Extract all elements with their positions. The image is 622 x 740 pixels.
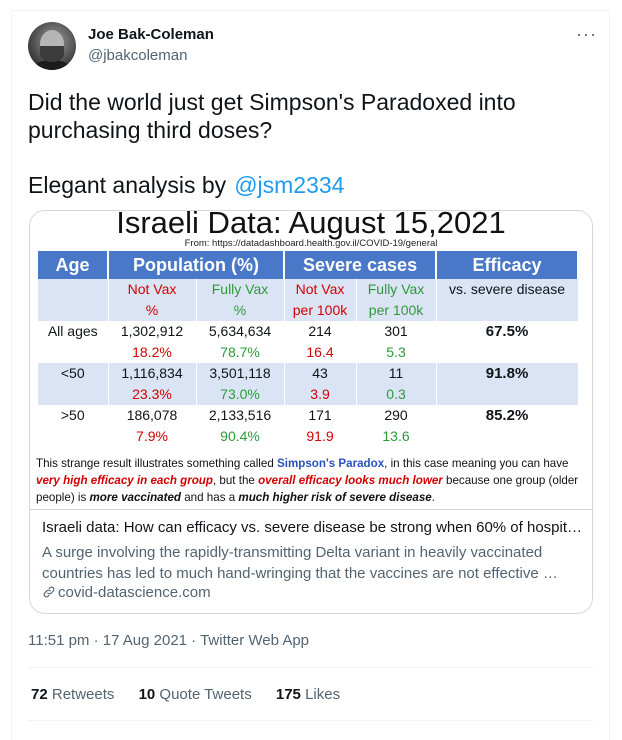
quotes-count: 10 bbox=[138, 686, 156, 703]
value: 18.2% bbox=[132, 344, 172, 360]
data-cell: 1,116,834 23.3% bbox=[108, 363, 197, 405]
table-row: All ages 1,302,912 18.2% 5,634,634 78.7% 2… bbox=[38, 321, 579, 363]
value: 1,302,912 bbox=[120, 323, 184, 339]
quotes-label: Quote Tweets bbox=[159, 686, 252, 703]
subheader-cell: Fully Vax per 100k bbox=[356, 279, 437, 321]
subheader-cell bbox=[38, 279, 109, 321]
value: 3,501,118 bbox=[209, 365, 271, 381]
efficacy-cell: 85.2% bbox=[436, 405, 579, 447]
image-title: Israeli Data: August 15,2021 bbox=[116, 210, 506, 240]
header-age: Age bbox=[38, 251, 109, 279]
value: 3.9 bbox=[310, 386, 330, 402]
efficacy-cell: 67.5% bbox=[436, 321, 579, 363]
tweet-text-credit: Elegant analysis by @jsm2334 bbox=[28, 171, 344, 199]
value: 2,133,516 bbox=[208, 407, 272, 423]
retweets-stat[interactable]: 72 Retweets bbox=[31, 686, 114, 703]
value: 23.3% bbox=[132, 386, 172, 402]
data-cell: 186,078 7.9% bbox=[108, 405, 197, 447]
data-cell: 171 91.9 bbox=[284, 405, 357, 447]
avatar[interactable] bbox=[28, 22, 76, 70]
data-cell: 2,133,516 90.4% bbox=[196, 405, 285, 447]
age-cell: All ages bbox=[38, 321, 109, 363]
explanation-text: This strange result illustrates somethin… bbox=[36, 455, 584, 506]
data-table: Age Population (%) Severe cases Efficacy… bbox=[38, 251, 580, 447]
value: 0.3 bbox=[386, 386, 406, 402]
image-source: From: https://datadashboard.health.gov.i… bbox=[184, 238, 438, 249]
value: 186,078 bbox=[126, 407, 178, 423]
link-card[interactable]: Israeli Data: August 15,2021 From: https… bbox=[29, 210, 593, 614]
value: 1,116,834 bbox=[121, 365, 183, 381]
text: Simpson's Paradox bbox=[277, 457, 385, 470]
text: , but the bbox=[212, 474, 259, 487]
likes-count: 175 bbox=[275, 686, 301, 703]
value: 171 bbox=[308, 407, 332, 423]
tweet-timestamp[interactable]: 11:51 pm · 17 Aug 2021 · Twitter Web App bbox=[28, 632, 309, 649]
data-cell: 5,634,634 78.7% bbox=[196, 321, 285, 363]
value: 73.0% bbox=[220, 386, 260, 402]
data-cell: 3,501,118 73.0% bbox=[196, 363, 285, 405]
more-options-icon[interactable]: ··· bbox=[576, 24, 597, 45]
efficacy-cell: 91.8% bbox=[436, 363, 579, 405]
data-cell: 290 13.6 bbox=[356, 405, 437, 447]
age-cell: >50 bbox=[38, 405, 109, 447]
subheader-cell: Fully Vax % bbox=[196, 279, 285, 321]
tweet-text: Did the world just get Simpson's Paradox… bbox=[28, 89, 516, 143]
data-cell: 1,302,912 18.2% bbox=[108, 321, 197, 363]
value: 11 bbox=[388, 365, 404, 381]
avatar-beard bbox=[40, 46, 64, 62]
value: 16.4 bbox=[306, 344, 334, 360]
subheader-cell: vs. severe disease bbox=[436, 279, 579, 321]
author-handle[interactable]: @jbakcoleman bbox=[88, 47, 187, 64]
retweets-label: Retweets bbox=[51, 686, 115, 703]
mention-link[interactable]: @jsm2334 bbox=[234, 172, 344, 198]
header-severe: Severe cases bbox=[284, 251, 438, 279]
age-cell: <50 bbox=[38, 363, 109, 405]
value: 214 bbox=[308, 323, 332, 339]
text: This strange result illustrates somethin… bbox=[36, 457, 278, 470]
subheader-cell: Not Vax per 100k bbox=[284, 279, 357, 321]
subheader-cell: Not Vax % bbox=[108, 279, 197, 321]
value: 13.6 bbox=[382, 428, 410, 444]
value: 43 bbox=[312, 365, 328, 381]
link-icon bbox=[42, 584, 58, 601]
subheader-row: Not Vax % Fully Vax % Not Vax per 100k F… bbox=[38, 279, 579, 321]
retweets-count: 72 bbox=[31, 686, 48, 703]
value: 290 bbox=[384, 407, 408, 423]
credit-text: Elegant analysis by bbox=[28, 172, 227, 198]
domain-text: covid-datascience.com bbox=[58, 584, 211, 601]
table-row: >50 186,078 7.9% 2,133,516 90.4% 171 91.9 2… bbox=[38, 405, 579, 447]
data-cell: 11 0.3 bbox=[356, 363, 437, 405]
value: 7.9% bbox=[136, 428, 168, 444]
value: 5,634,634 bbox=[208, 323, 272, 339]
card-description: A surge involving the rapidly-transmitti… bbox=[42, 544, 558, 582]
text: , in this case meaning you can have bbox=[384, 457, 569, 470]
card-domain[interactable]: covid-datascience.com bbox=[42, 584, 211, 601]
text: very high efficacy in each group bbox=[36, 474, 213, 487]
likes-stat[interactable]: 175 Likes bbox=[276, 686, 340, 703]
data-cell: 301 5.3 bbox=[356, 321, 437, 363]
value: 90.4% bbox=[220, 428, 260, 444]
text: overall efficacy looks much lower bbox=[258, 474, 443, 487]
card-title[interactable]: Israeli data: How can efficacy vs. sever… bbox=[42, 519, 582, 536]
text: and has a bbox=[181, 491, 239, 504]
data-cell: 43 3.9 bbox=[284, 363, 357, 405]
author-name[interactable]: Joe Bak-Coleman bbox=[88, 26, 214, 43]
header-population: Population (%) bbox=[108, 251, 286, 279]
data-cell: 214 16.4 bbox=[284, 321, 357, 363]
value: 91.9 bbox=[306, 428, 334, 444]
table-row: <50 1,116,834 23.3% 3,501,118 73.0% 43 3.9 … bbox=[38, 363, 579, 405]
value: 301 bbox=[384, 323, 408, 339]
divider bbox=[28, 720, 594, 721]
text: much higher risk of severe disease bbox=[238, 491, 432, 504]
card-image[interactable]: Israeli Data: August 15,2021 From: https… bbox=[30, 211, 592, 510]
value: 78.7% bbox=[220, 344, 260, 360]
divider bbox=[28, 667, 594, 668]
value: 5.3 bbox=[386, 344, 406, 360]
likes-label: Likes bbox=[305, 686, 341, 703]
header-efficacy: Efficacy bbox=[436, 251, 580, 279]
text: . bbox=[431, 491, 435, 504]
quotes-stat[interactable]: 10 Quote Tweets bbox=[139, 686, 252, 703]
text: more vaccinated bbox=[89, 491, 182, 504]
engagement-stats: 72 Retweets 10 Quote Tweets 175 Likes bbox=[31, 686, 360, 703]
